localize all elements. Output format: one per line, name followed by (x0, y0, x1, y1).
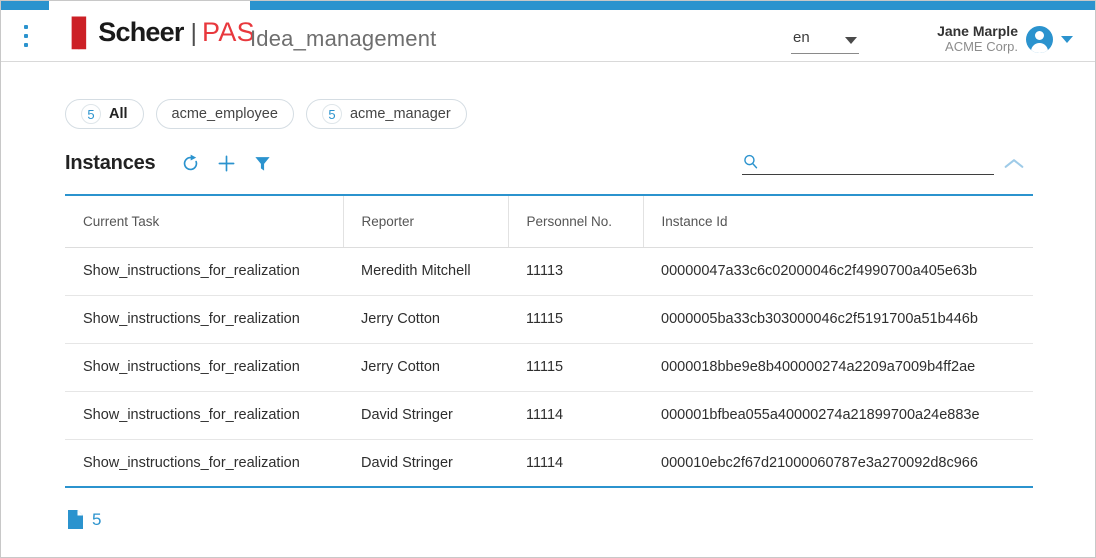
chevron-down-icon[interactable] (1061, 36, 1073, 43)
language-select[interactable]: en (791, 28, 859, 54)
cell-personnel-no: 11113 (508, 247, 643, 295)
cell-reporter: Jerry Cotton (343, 295, 508, 343)
cell-instance-id: 0000018bbe9e8b400000274a2209a7009b4ff2ae (643, 343, 1033, 391)
refresh-icon (181, 154, 200, 173)
cell-personnel-no: 11115 (508, 343, 643, 391)
cell-reporter: David Stringer (343, 391, 508, 439)
cell-current-task: Show_instructions_for_realization (65, 439, 343, 487)
kebab-menu-icon[interactable] (19, 23, 33, 49)
user-text: Jane Marple ACME Corp. (937, 23, 1018, 54)
cell-current-task: Show_instructions_for_realization (65, 343, 343, 391)
chip-label: acme_employee (172, 106, 278, 122)
cell-current-task: Show_instructions_for_realization (65, 247, 343, 295)
brand-logo[interactable]: ▐▌ Scheer | PAS (64, 19, 255, 53)
table-row[interactable]: Show_instructions_for_realization David … (65, 439, 1033, 487)
cell-reporter: Jerry Cotton (343, 343, 508, 391)
chevron-down-icon (845, 37, 857, 44)
refresh-button[interactable] (175, 149, 205, 177)
instances-table: Current Task Reporter Personnel No. Inst… (65, 194, 1033, 488)
page-title: Idea_management (250, 26, 436, 52)
record-count-footer: 5 (67, 509, 101, 530)
column-header-current-task[interactable]: Current Task (65, 195, 343, 247)
table-header-row: Current Task Reporter Personnel No. Inst… (65, 195, 1033, 247)
cell-current-task: Show_instructions_for_realization (65, 391, 343, 439)
top-accent-bar (1, 1, 1096, 10)
chip-label: All (109, 106, 128, 122)
language-value: en (793, 29, 810, 46)
chip-acme-manager[interactable]: 5 acme_manager (306, 99, 467, 129)
cell-reporter: David Stringer (343, 439, 508, 487)
cell-current-task: Show_instructions_for_realization (65, 295, 343, 343)
table-row[interactable]: Show_instructions_for_realization Meredi… (65, 247, 1033, 295)
user-name: Jane Marple (937, 23, 1018, 39)
table-row[interactable]: Show_instructions_for_realization Jerry … (65, 295, 1033, 343)
cell-instance-id: 00000047a33c6c02000046c2f4990700a405e63b (643, 247, 1033, 295)
brand-name: Scheer (98, 19, 183, 46)
user-menu[interactable]: Jane Marple ACME Corp. (937, 22, 1073, 56)
scheer-logo-mark: ▐▌ (64, 19, 93, 46)
application-window: ▐▌ Scheer | PAS Idea_management en Jane … (0, 0, 1096, 558)
table-row[interactable]: Show_instructions_for_realization Jerry … (65, 343, 1033, 391)
app-header: ▐▌ Scheer | PAS Idea_management en Jane … (1, 10, 1096, 62)
brand-product: PAS (202, 19, 255, 46)
document-icon (67, 509, 84, 530)
filter-button[interactable] (247, 149, 277, 177)
record-count: 5 (92, 510, 101, 530)
cell-personnel-no: 11115 (508, 295, 643, 343)
top-accent-left (1, 1, 49, 10)
role-filter-chips: 5 All acme_employee 5 acme_manager (65, 99, 467, 129)
table-row[interactable]: Show_instructions_for_realization David … (65, 391, 1033, 439)
top-accent-right (250, 1, 1096, 10)
cell-personnel-no: 11114 (508, 391, 643, 439)
brand-separator: | (191, 21, 198, 46)
add-instance-button[interactable] (211, 149, 241, 177)
cell-instance-id: 000010ebc2f67d21000060787e3a270092d8c966 (643, 439, 1033, 487)
section-header: Instances (65, 147, 283, 179)
kebab-dot (24, 25, 28, 29)
section-title: Instances (65, 152, 155, 175)
search-box[interactable] (742, 149, 994, 175)
cell-instance-id: 0000005ba33cb303000046c2f5191700a51b446b (643, 295, 1033, 343)
column-header-personnel-no[interactable]: Personnel No. (508, 195, 643, 247)
search-icon (742, 153, 759, 170)
user-organization: ACME Corp. (937, 40, 1018, 55)
column-header-instance-id[interactable]: Instance Id (643, 195, 1033, 247)
cell-instance-id: 000001bfbea055a40000274a21899700a24e883e (643, 391, 1033, 439)
chip-label: acme_manager (350, 106, 451, 122)
cell-reporter: Meredith Mitchell (343, 247, 508, 295)
chip-count: 5 (322, 104, 342, 124)
collapse-panel-button[interactable] (1002, 153, 1026, 173)
chip-count: 5 (81, 104, 101, 124)
column-header-reporter[interactable]: Reporter (343, 195, 508, 247)
cell-personnel-no: 11114 (508, 439, 643, 487)
kebab-dot (24, 34, 28, 38)
top-accent-gap (49, 1, 250, 10)
user-avatar-icon[interactable] (1026, 26, 1053, 53)
plus-icon (217, 154, 236, 173)
chevron-up-icon (1004, 157, 1024, 170)
chip-all[interactable]: 5 All (65, 99, 144, 129)
filter-icon (253, 154, 272, 173)
table-body: Show_instructions_for_realization Meredi… (65, 247, 1033, 487)
search-input[interactable] (767, 151, 977, 173)
chip-acme-employee[interactable]: acme_employee (156, 99, 294, 129)
kebab-dot (24, 43, 28, 47)
